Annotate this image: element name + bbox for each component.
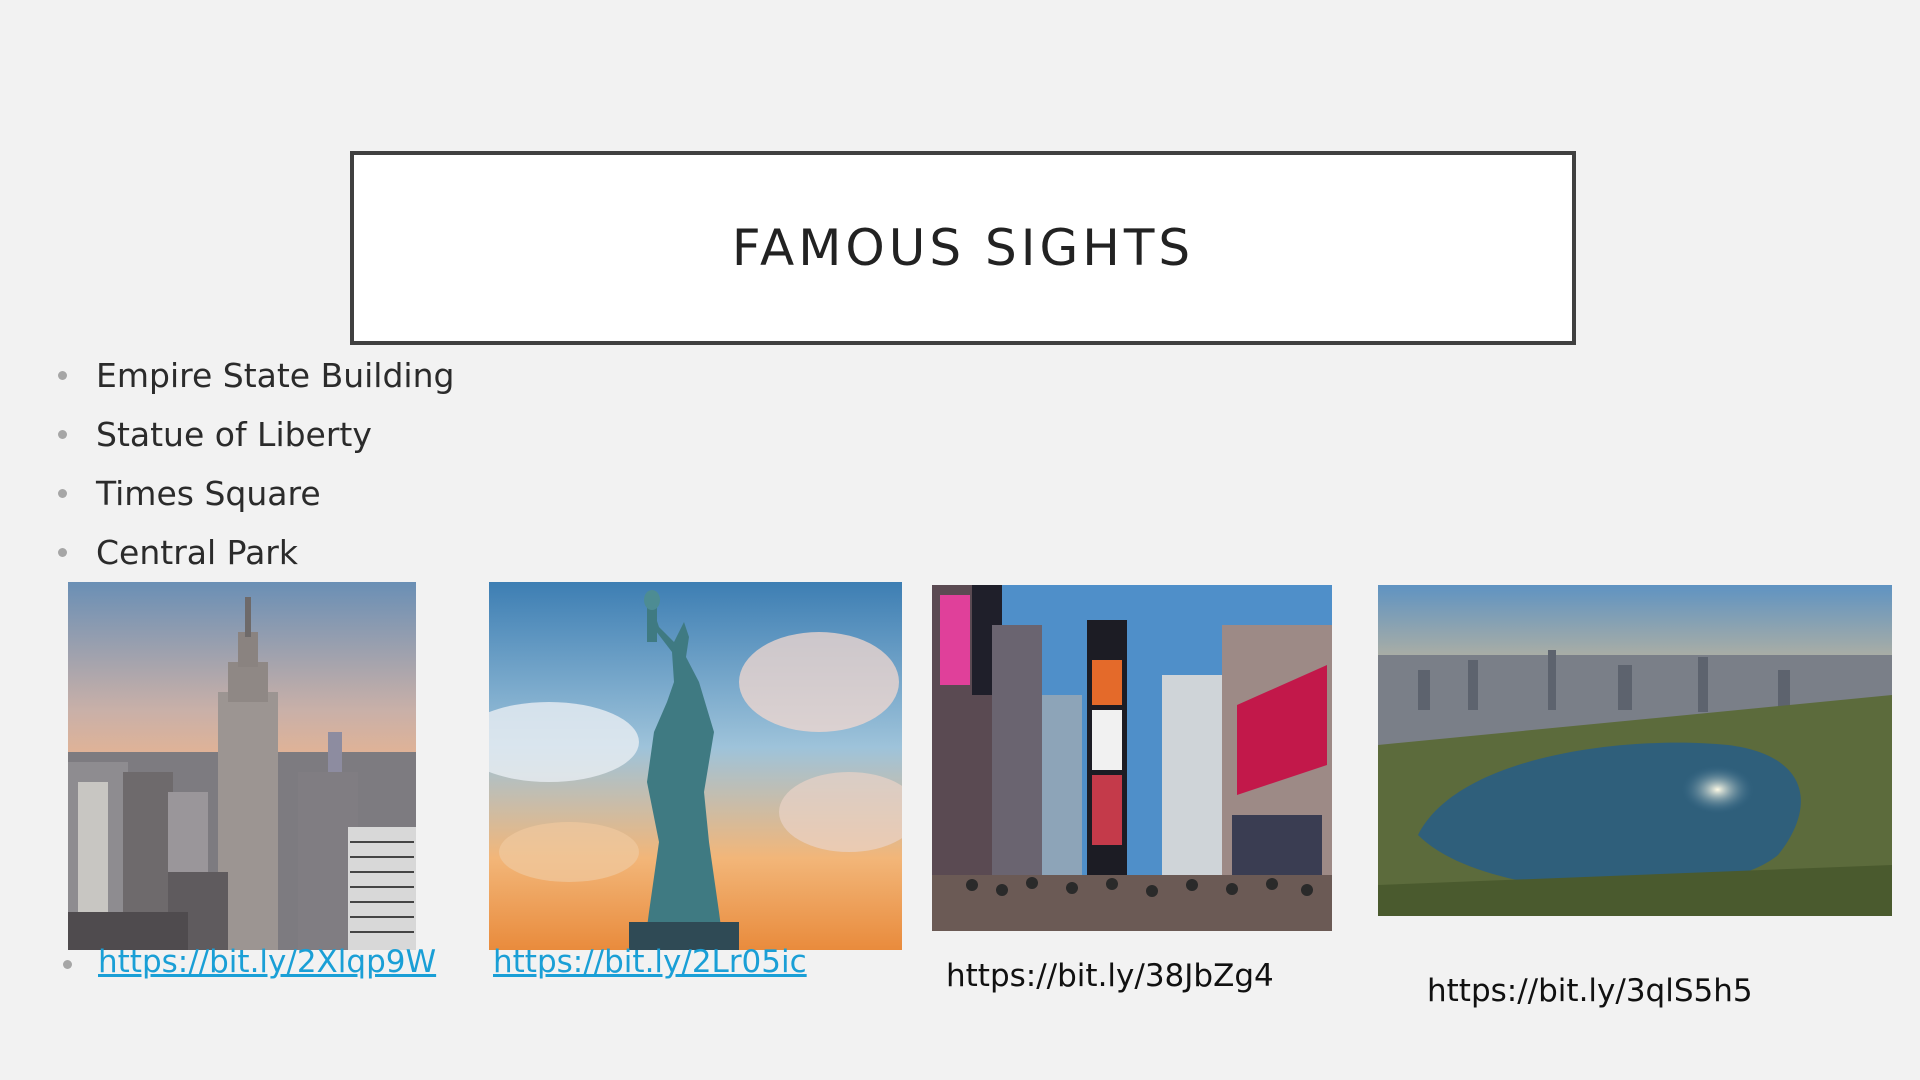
bullet-text: Times Square [96,474,321,513]
title-box: FAMOUS SIGHTS [350,151,1576,345]
bullet-text: Central Park [96,533,298,572]
bullet-dot-icon [58,371,67,380]
bullet-item: Statue of Liberty [58,405,454,464]
caption-bullet-icon [63,960,72,969]
times-square-photo [932,585,1332,931]
bullet-dot-icon [58,548,67,557]
statue-of-liberty-link[interactable]: https://bit.ly/2Lr05ic [493,944,807,980]
bullet-dot-icon [58,489,67,498]
bullet-item: Empire State Building [58,346,454,405]
times-square-link-text: https://bit.ly/38JbZg4 [946,958,1274,994]
empire-state-photo [68,582,416,950]
statue-of-liberty-photo [489,582,902,950]
slide: FAMOUS SIGHTS Empire State Building Stat… [0,0,1920,1080]
central-park-link-text: https://bit.ly/3qlS5h5 [1427,973,1753,1009]
bullet-item: Central Park [58,523,454,582]
empire-state-link[interactable]: https://bit.ly/2Xlqp9W [98,944,436,980]
slide-title: FAMOUS SIGHTS [731,219,1195,277]
bullet-list: Empire State Building Statue of Liberty … [58,346,454,582]
bullet-text: Statue of Liberty [96,415,372,454]
bullet-item: Times Square [58,464,454,523]
bullet-dot-icon [58,430,67,439]
central-park-photo [1378,585,1892,916]
bullet-text: Empire State Building [96,356,455,395]
